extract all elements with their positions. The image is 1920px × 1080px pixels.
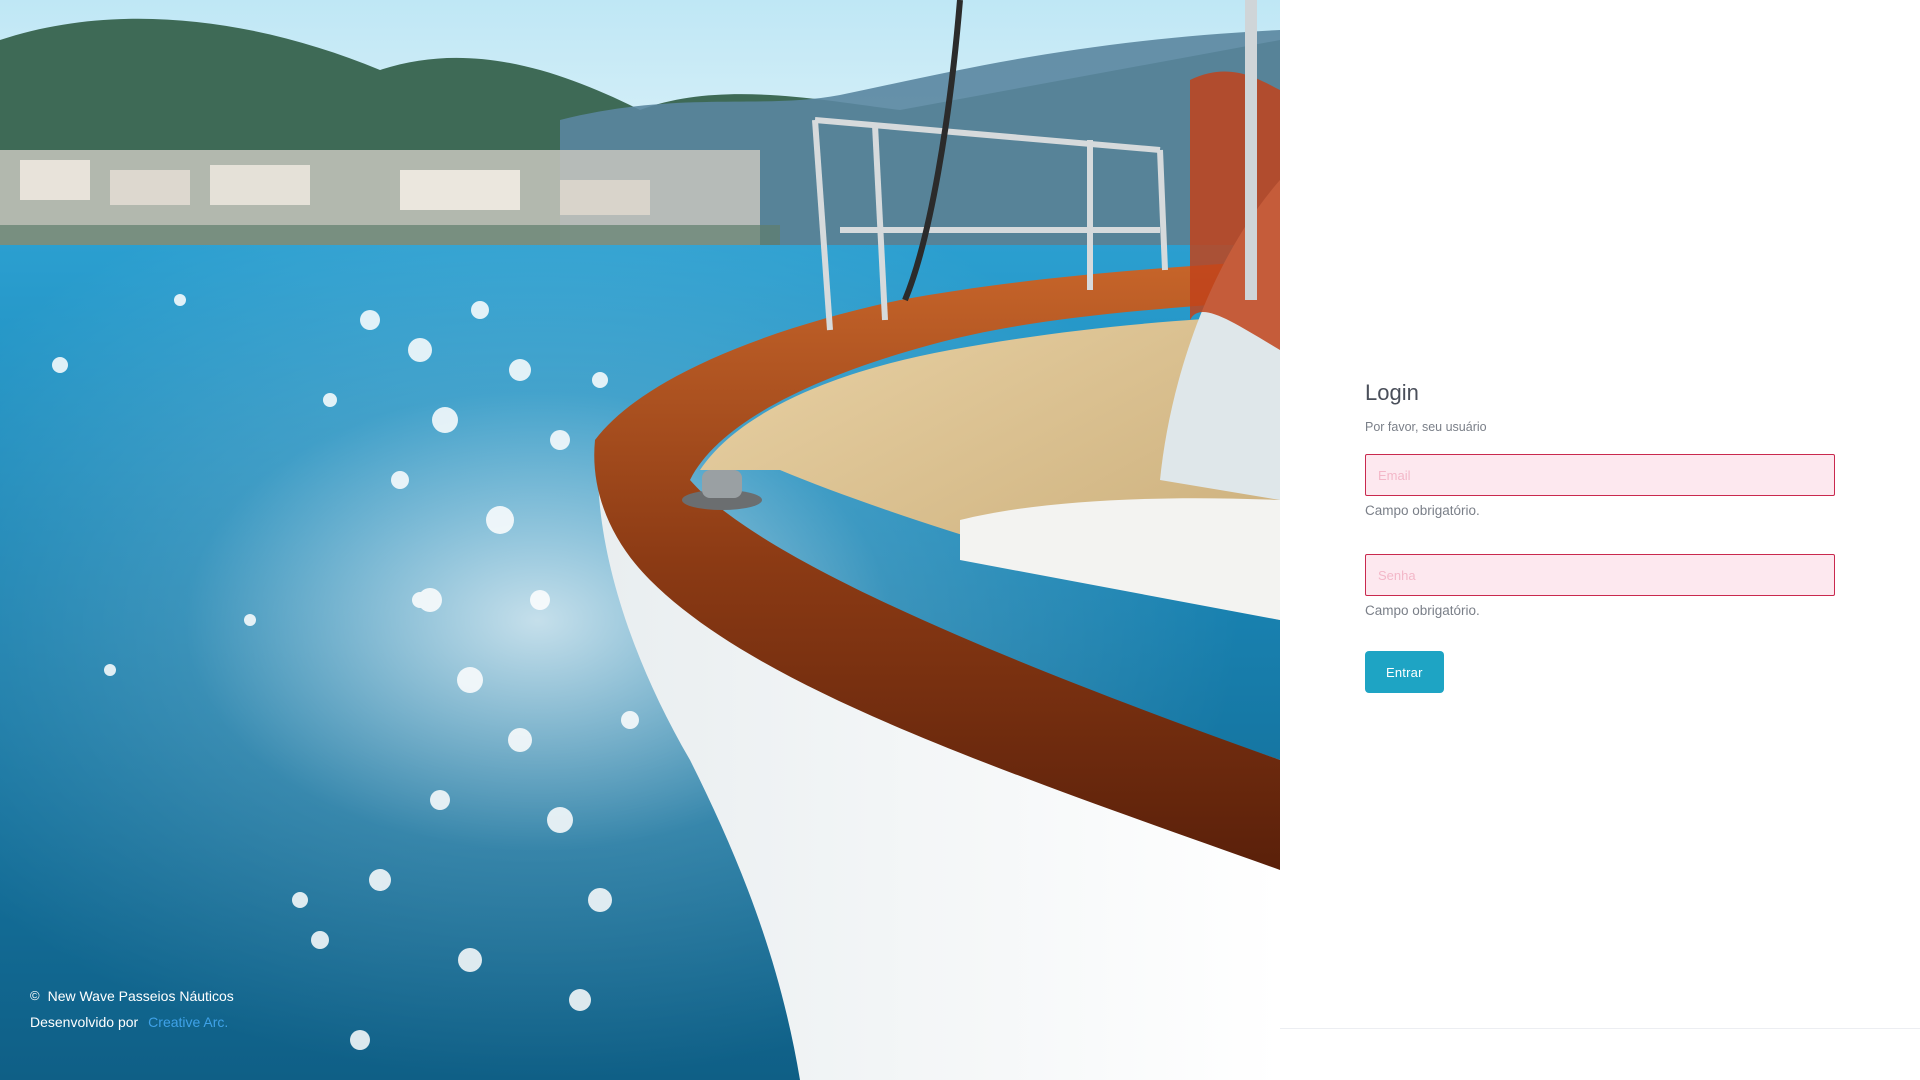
login-form: Login Por favor, seu usuário Campo obrig… [1365, 380, 1835, 693]
developed-by-label: Desenvolvido por [30, 1014, 139, 1030]
login-title: Login [1365, 380, 1419, 405]
company-name: New Wave Passeios Náuticos [47, 988, 234, 1004]
email-error: Campo obrigatório. [1365, 503, 1480, 518]
email-field[interactable] [1365, 454, 1835, 496]
developer-link[interactable]: Creative Arc. [148, 1009, 228, 1035]
submit-button[interactable]: Entrar [1365, 651, 1444, 693]
divider [1280, 1028, 1920, 1029]
password-error: Campo obrigatório. [1365, 603, 1480, 618]
hero-image: © New Wave Passeios Náuticos Desenvolvid… [0, 0, 1280, 1080]
login-subtitle: Por favor, seu usuário [1365, 420, 1487, 434]
login-panel: Login Por favor, seu usuário Campo obrig… [1280, 0, 1920, 1080]
footer-credits: © New Wave Passeios Náuticos Desenvolvid… [30, 983, 234, 1035]
boat-sea-photo [0, 0, 1280, 1080]
password-field[interactable] [1365, 554, 1835, 596]
copyright-icon: © [30, 988, 40, 1003]
